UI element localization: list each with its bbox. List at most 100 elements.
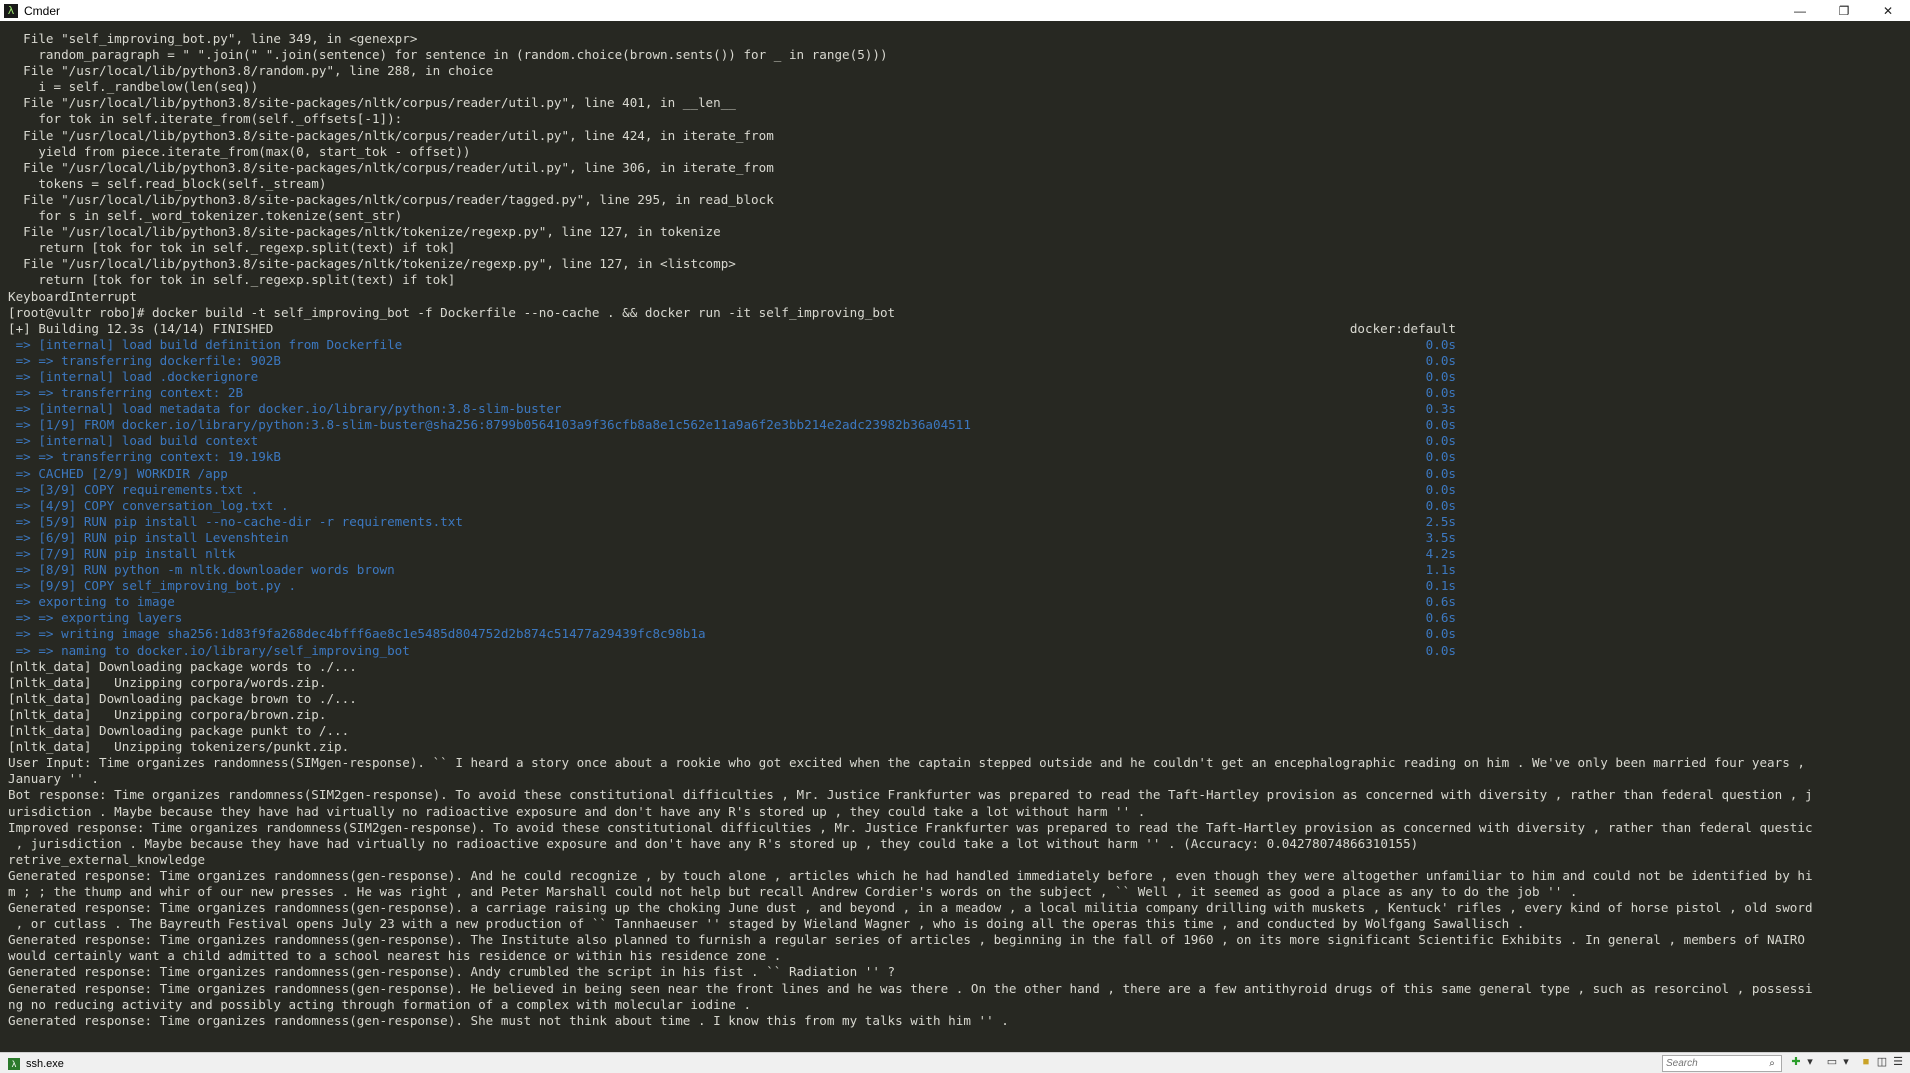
build-step-time: 0.0s <box>1425 368 1456 384</box>
terminal-line: tokens = self.read_block(self._stream) <box>8 176 1908 192</box>
terminal-line-text: => [5/9] RUN pip install --no-cache-dir … <box>8 513 463 529</box>
terminal-line: random_paragraph = " ".join(" ".join(sen… <box>8 47 1908 63</box>
terminal-line: Generated response: Time organizes rando… <box>8 868 1908 884</box>
terminal-line: => [internal] load build definition from… <box>8 337 1908 353</box>
view-icon[interactable]: ▭ <box>1826 1056 1838 1069</box>
build-step-time: 0.0s <box>1425 449 1456 465</box>
build-step-time: 0.0s <box>1425 352 1456 368</box>
terminal-line: => [7/9] RUN pip install nltk 4.2s <box>8 546 1908 562</box>
terminal-line: Generated response: Time organizes rando… <box>8 900 1908 916</box>
minimize-button[interactable]: — <box>1778 0 1822 21</box>
terminal-line-text: Generated response: Time organizes rando… <box>8 1012 1009 1028</box>
terminal-line-text: Bot response: Time organizes randomness(… <box>8 787 1813 803</box>
terminal-line: => [4/9] COPY conversation_log.txt . 0.0s <box>8 498 1908 514</box>
lock-icon[interactable]: ■ <box>1860 1056 1872 1069</box>
title-bar: λ Cmder — ❐ ✕ <box>0 0 1910 21</box>
build-step-time: 0.0s <box>1425 497 1456 513</box>
cmder-lambda-icon: λ <box>4 3 18 18</box>
console-tab[interactable]: λ ssh.exe <box>8 1055 64 1072</box>
terminal-line-text: i = self._randbelow(len(seq)) <box>8 79 259 95</box>
terminal-line: File "/usr/local/lib/python3.8/site-pack… <box>8 128 1908 144</box>
terminal-line-text: File "/usr/local/lib/python3.8/site-pack… <box>8 224 721 240</box>
terminal-line: for tok in self.iterate_from(self._offse… <box>8 111 1908 127</box>
terminal-line: [nltk_data] Downloading package words to… <box>8 659 1908 675</box>
terminal-line: File "/usr/local/lib/python3.8/random.py… <box>8 63 1908 79</box>
terminal-line-text: [nltk_data] Unzipping corpora/words.zip. <box>8 674 327 690</box>
terminal-output[interactable]: File "self_improving_bot.py", line 349, … <box>8 31 1908 1053</box>
terminal-line-text: => CACHED [2/9] WORKDIR /app <box>8 465 228 481</box>
terminal-line: Improved response: Time organizes random… <box>8 820 1908 836</box>
terminal-line-text: Generated response: Time organizes rando… <box>8 932 1805 948</box>
terminal-line-text: return [tok for tok in self._regexp.spli… <box>8 272 456 288</box>
terminal-line-text: File "/usr/local/lib/python3.8/site-pack… <box>8 191 774 207</box>
build-step-time: 0.0s <box>1425 465 1456 481</box>
terminal-line-text: for tok in self.iterate_from(self._offse… <box>8 111 403 127</box>
split-view-icon[interactable]: ◫ <box>1876 1056 1888 1069</box>
terminal-line: [+] Building 12.3s (14/14) FINISHED docke… <box>8 321 1908 337</box>
restore-button[interactable]: ❐ <box>1822 0 1866 21</box>
terminal-line-text: , or cutlass . The Bayreuth Festival ope… <box>8 916 1525 932</box>
build-step-time: docker:default <box>1349 320 1456 336</box>
terminal-line: yield from piece.iterate_from(max(0, sta… <box>8 144 1908 160</box>
terminal-line-text: File "/usr/local/lib/python3.8/site-pack… <box>8 127 774 143</box>
terminal-line-text: yield from piece.iterate_from(max(0, sta… <box>8 143 471 159</box>
new-console-icon[interactable]: ✚ <box>1790 1056 1802 1069</box>
build-step-time: 1.1s <box>1425 562 1456 578</box>
terminal-line: [nltk_data] Unzipping tokenizers/punkt.z… <box>8 739 1908 755</box>
terminal-line: for s in self._word_tokenizer.tokenize(s… <box>8 208 1908 224</box>
terminal-line-text: KeyboardInterrupt <box>8 288 137 304</box>
terminal-line-text: => [8/9] RUN python -m nltk.downloader w… <box>8 562 395 578</box>
terminal-line-text: => [6/9] RUN pip install Levenshtein <box>8 529 289 545</box>
terminal-line-text: Generated response: Time organizes rando… <box>8 980 1813 996</box>
terminal-line-text: , jurisdiction . Maybe because they have… <box>8 835 1419 851</box>
terminal-line: File "self_improving_bot.py", line 349, … <box>8 31 1908 47</box>
terminal-line-text: => => transferring dockerfile: 902B <box>8 352 281 368</box>
terminal-line-text: => [internal] load build context <box>8 433 259 449</box>
terminal-line-text: [+] Building 12.3s (14/14) FINISHED <box>8 320 274 336</box>
search-input[interactable] <box>1663 1057 1765 1070</box>
close-button[interactable]: ✕ <box>1866 0 1910 21</box>
terminal-line: return [tok for tok in self._regexp.spli… <box>8 272 1908 288</box>
terminal-line: Generated response: Time organizes rando… <box>8 1013 1908 1029</box>
terminal-line-text: January '' . <box>8 771 99 787</box>
terminal-line: => [internal] load metadata for docker.i… <box>8 401 1908 417</box>
build-step-time: 0.3s <box>1425 401 1456 417</box>
terminal-line: , or cutlass . The Bayreuth Festival ope… <box>8 916 1908 932</box>
terminal-line-text: for s in self._word_tokenizer.tokenize(s… <box>8 208 403 224</box>
dropdown-arrow-icon[interactable]: ▾ <box>1840 1056 1852 1069</box>
terminal-line-text: would certainly want a child admitted to… <box>8 948 782 964</box>
terminal-line: , jurisdiction . Maybe because they have… <box>8 836 1908 852</box>
terminal-line-text: => [internal] load .dockerignore <box>8 368 259 384</box>
terminal-line-text: File "/usr/local/lib/python3.8/site-pack… <box>8 159 774 175</box>
terminal-line: File "/usr/local/lib/python3.8/site-pack… <box>8 256 1908 272</box>
cmder-lambda-icon: λ <box>8 1057 20 1070</box>
build-step-time: 4.2s <box>1425 546 1456 561</box>
terminal-line-text: [nltk_data] Downloading package words to… <box>8 658 357 674</box>
build-step-time: 0.0s <box>1425 481 1456 497</box>
terminal-line-text: m ; ; the thump and whir of our new pres… <box>8 883 1578 899</box>
terminal-line-text: [nltk_data] Downloading package brown to… <box>8 690 357 706</box>
build-step-time: 0.0s <box>1425 336 1456 352</box>
terminal-line-text: Improved response: Time organizes random… <box>8 819 1813 835</box>
terminal-line: File "/usr/local/lib/python3.8/site-pack… <box>8 160 1908 176</box>
terminal-line-text: User Input: Time organizes randomness(SI… <box>8 755 1805 771</box>
search-box[interactable]: ⌕ <box>1662 1055 1782 1072</box>
build-step-time: 0.0s <box>1425 433 1456 449</box>
terminal-line: => CACHED [2/9] WORKDIR /app 0.0s <box>8 466 1908 482</box>
search-icon[interactable]: ⌕ <box>1765 1058 1779 1069</box>
terminal-line: => => naming to docker.io/library/self_i… <box>8 643 1908 659</box>
terminal-line-text: => => transferring context: 19.19kB <box>8 449 281 465</box>
dropdown-arrow-icon[interactable]: ▾ <box>1804 1056 1816 1069</box>
terminal-line: => exporting to image 0.6s <box>8 594 1908 610</box>
terminal-line-text: tokens = self.read_block(self._stream) <box>8 175 327 191</box>
terminal-line-text: [nltk_data] Downloading package punkt to… <box>8 723 350 739</box>
terminal-line: File "/usr/local/lib/python3.8/site-pack… <box>8 192 1908 208</box>
terminal-line-text: return [tok for tok in self._regexp.spli… <box>8 240 456 256</box>
window-title: Cmder <box>24 3 61 18</box>
build-step-time: 2.5s <box>1425 513 1456 529</box>
terminal-line: Generated response: Time organizes rando… <box>8 964 1908 980</box>
terminal-line: => [9/9] COPY self_improving_bot.py . 0.1… <box>8 578 1908 594</box>
window-controls: — ❐ ✕ <box>1778 0 1910 21</box>
menu-icon[interactable]: ☰ <box>1892 1056 1904 1069</box>
terminal-line: => [1/9] FROM docker.io/library/python:3… <box>8 417 1908 433</box>
